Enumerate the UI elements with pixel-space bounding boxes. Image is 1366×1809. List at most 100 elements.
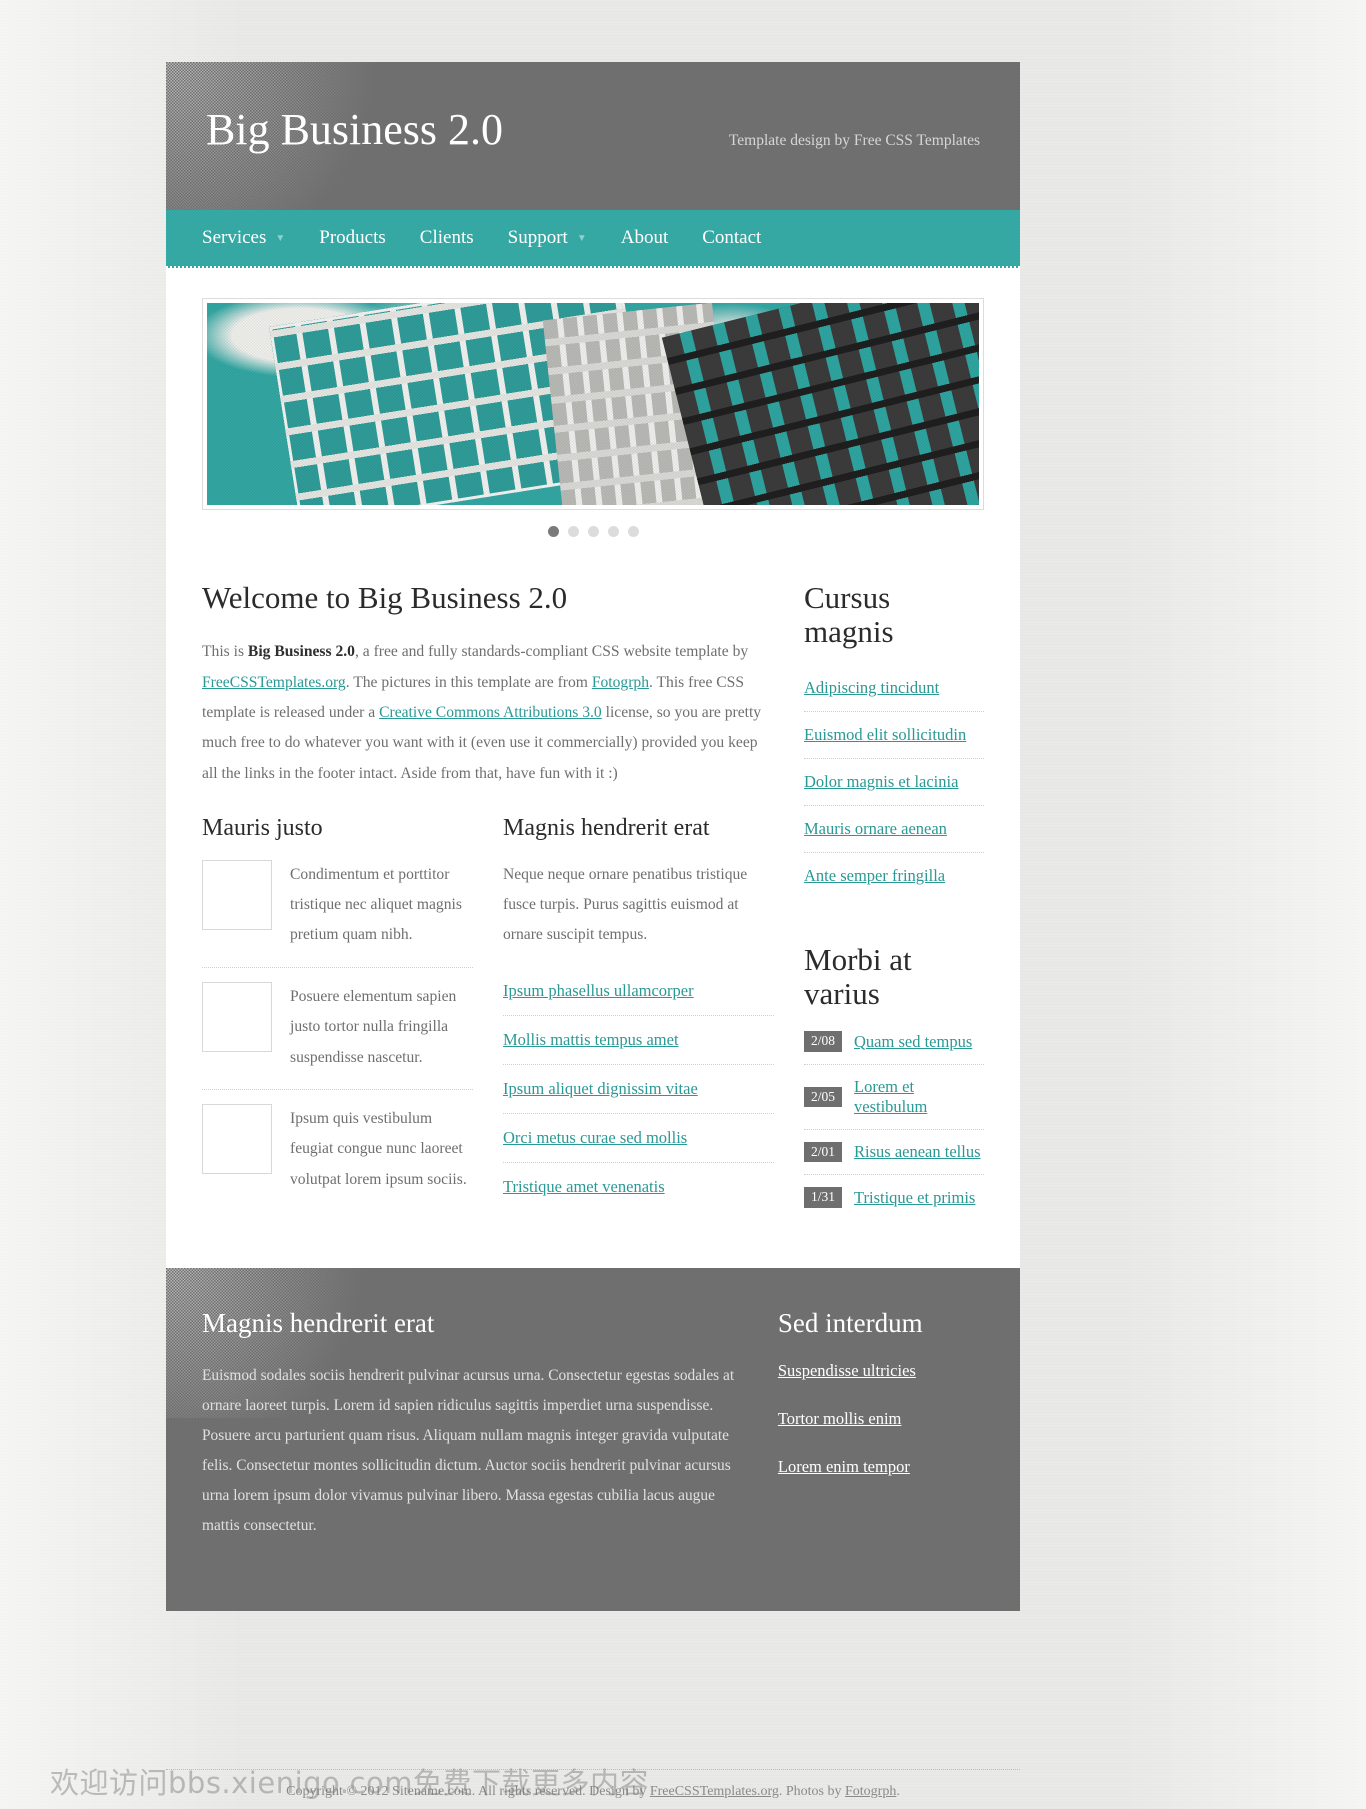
nav-label-clients: Clients bbox=[419, 227, 474, 248]
link-fotogrph[interactable]: Fotogrph bbox=[592, 674, 649, 691]
intro-strong: Big Business 2.0 bbox=[247, 643, 355, 661]
footer-title-left: Magnis hendrerit erat bbox=[202, 1307, 435, 1338]
page-body: Welcome to Big Business 2.0 This is Big … bbox=[166, 537, 1020, 1268]
footer-link-1[interactable]: Suspendisse ultricies bbox=[778, 1361, 916, 1380]
thumb-text-3: Ipsum quis vestibulum feugiat congue nun… bbox=[290, 1109, 467, 1188]
list-item[interactable]: Mollis mattis tempus amet bbox=[503, 1014, 774, 1064]
slider-dot-2[interactable] bbox=[567, 526, 579, 537]
cursus-link-2[interactable]: Euismod elit sollicitudin bbox=[804, 725, 966, 744]
list-item[interactable]: Lorem enim tempor bbox=[778, 1443, 984, 1491]
banner-frame bbox=[202, 298, 984, 510]
chevron-down-icon: ▼ bbox=[275, 233, 286, 244]
building-thumbnail-3-image[interactable] bbox=[202, 1103, 272, 1174]
main-navigation[interactable]: Services ▼ Products Clients Support ▼ Ab… bbox=[166, 210, 1020, 268]
list-item[interactable]: Ipsum phasellus ullamcorper bbox=[503, 977, 774, 1015]
list-item[interactable]: Ante semper fringilla bbox=[804, 852, 984, 899]
list-item[interactable]: Posuere elementum sapien justo tortor nu… bbox=[202, 966, 473, 1089]
nav-label-about: About bbox=[620, 227, 669, 248]
copyright-text-2: . Photos by bbox=[778, 1784, 845, 1799]
slider-dot-4[interactable] bbox=[607, 526, 619, 537]
thumb-text-1: Condimentum et porttitor tristique nec a… bbox=[290, 865, 462, 944]
footer-text-left: Euismod sodales sociis hendrerit pulvina… bbox=[202, 1366, 735, 1535]
banner-halftone-grain bbox=[207, 303, 979, 505]
copyright-link-freecsstemplates[interactable]: FreeCSSTemplates.org bbox=[650, 1784, 779, 1799]
morbi-link-4[interactable]: Tristique et primis bbox=[854, 1188, 975, 1208]
copyright-link-fotogrph[interactable]: Fotogrph bbox=[845, 1784, 896, 1799]
cursus-link-5[interactable]: Ante semper fringilla bbox=[804, 866, 945, 885]
slider-pagination[interactable] bbox=[202, 510, 984, 537]
sidebar-title-cursus: Cursus magnis bbox=[804, 580, 894, 650]
sidebar-title-morbi: Morbi at varius bbox=[804, 942, 912, 1012]
magnis-link-4[interactable]: Orci metus curae sed mollis bbox=[503, 1128, 687, 1147]
magnis-intro: Neque neque ornare penatibus tristique f… bbox=[503, 865, 748, 944]
morbi-link-3[interactable]: Risus aenean tellus bbox=[854, 1142, 980, 1162]
magnis-link-2[interactable]: Mollis mattis tempus amet bbox=[503, 1030, 679, 1049]
footer-link-2[interactable]: Tortor mollis enim bbox=[778, 1409, 902, 1428]
nav-item-services[interactable]: Services ▼ bbox=[202, 227, 285, 249]
list-item[interactable]: Mauris ornare aenean bbox=[804, 805, 984, 852]
site-footer: Magnis hendrerit erat Euismod sodales so… bbox=[166, 1267, 1020, 1612]
nav-item-contact[interactable]: Contact bbox=[702, 227, 761, 249]
site-logo[interactable]: Big Business 2.0 bbox=[206, 108, 503, 152]
cursus-link-1[interactable]: Adipiscing tincidunt bbox=[804, 678, 939, 697]
link-freecsstemplates[interactable]: FreeCSSTemplates.org bbox=[202, 674, 346, 691]
thumbnail-list: Condimentum et porttitor tristique nec a… bbox=[202, 859, 473, 1212]
nav-item-products[interactable]: Products bbox=[319, 227, 386, 249]
header-credit: Template design by Free CSS Templates bbox=[728, 132, 980, 149]
building-thumbnail-2-image[interactable] bbox=[202, 981, 272, 1052]
column-magnis-hendrerit: Magnis hendrerit erat Neque neque ornare… bbox=[503, 815, 774, 1211]
nav-item-support[interactable]: Support ▼ bbox=[508, 227, 587, 249]
link-creative-commons[interactable]: Creative Commons Attributions 3.0 bbox=[379, 704, 602, 721]
magnis-link-list: Ipsum phasellus ullamcorper Mollis matti… bbox=[503, 977, 774, 1211]
copyright-text-1: Copyright © 2012 Sitename.com. All right… bbox=[286, 1784, 650, 1799]
footer-column-left: Magnis hendrerit erat Euismod sodales so… bbox=[202, 1308, 748, 1541]
nav-item-about[interactable]: About bbox=[621, 227, 669, 249]
list-item[interactable]: Tristique amet venenatis bbox=[503, 1161, 774, 1211]
list-item[interactable]: 2/05 Lorem et vestibulum bbox=[804, 1063, 984, 1129]
copyright-text-3: . bbox=[896, 1784, 900, 1799]
list-item[interactable]: Orci metus curae sed mollis bbox=[503, 1112, 774, 1162]
slider-dot-3[interactable] bbox=[587, 526, 599, 537]
magnis-link-1[interactable]: Ipsum phasellus ullamcorper bbox=[503, 981, 694, 1000]
morbi-link-1[interactable]: Quam sed tempus bbox=[854, 1032, 972, 1052]
page-title: Welcome to Big Business 2.0 bbox=[202, 580, 568, 615]
right-sidebar: Cursus magnis Adipiscing tincidunt Euism… bbox=[774, 580, 984, 1220]
copyright-bar: Copyright © 2012 Sitename.com. All right… bbox=[166, 1769, 1020, 1800]
banner-image[interactable] bbox=[207, 303, 979, 505]
magnis-link-5[interactable]: Tristique amet venenatis bbox=[503, 1177, 665, 1196]
list-item[interactable]: Ipsum aliquet dignissim vitae bbox=[503, 1063, 774, 1113]
list-item[interactable]: 1/31 Tristique et primis bbox=[804, 1174, 984, 1220]
nav-label-services: Services bbox=[202, 227, 267, 248]
list-item[interactable]: Tortor mollis enim bbox=[778, 1395, 984, 1443]
column-mauris-justo: Mauris justo Condimentum et porttitor tr… bbox=[202, 815, 473, 1211]
list-item[interactable]: 2/01 Risus aenean tellus bbox=[804, 1128, 984, 1175]
intro-text-3: . The pictures in this template are from bbox=[345, 673, 592, 691]
date-badge: 2/05 bbox=[804, 1086, 843, 1108]
date-badge: 1/31 bbox=[804, 1187, 843, 1208]
list-item[interactable]: Suspendisse ultricies bbox=[778, 1361, 984, 1395]
nav-item-clients[interactable]: Clients bbox=[420, 227, 474, 249]
footer-link-3[interactable]: Lorem enim tempor bbox=[778, 1457, 910, 1476]
list-item[interactable]: Condimentum et porttitor tristique nec a… bbox=[202, 859, 473, 967]
cursus-link-4[interactable]: Mauris ornare aenean bbox=[804, 819, 947, 838]
list-item[interactable]: Euismod elit sollicitudin bbox=[804, 711, 984, 758]
list-item[interactable]: 2/08 Quam sed tempus bbox=[804, 1027, 984, 1064]
morbi-link-2[interactable]: Lorem et vestibulum bbox=[854, 1077, 984, 1117]
section-title-mauris: Mauris justo bbox=[202, 815, 323, 842]
list-item[interactable]: Ipsum quis vestibulum feugiat congue nun… bbox=[202, 1088, 473, 1211]
footer-link-list: Suspendisse ultricies Tortor mollis enim… bbox=[778, 1361, 984, 1491]
cursus-link-3[interactable]: Dolor magnis et lacinia bbox=[804, 772, 958, 791]
thumb-text-2: Posuere elementum sapien justo tortor nu… bbox=[290, 987, 457, 1066]
magnis-link-3[interactable]: Ipsum aliquet dignissim vitae bbox=[503, 1079, 698, 1098]
intro-text-2: , a free and fully standards-compliant C… bbox=[354, 643, 749, 661]
date-badge: 2/08 bbox=[804, 1031, 843, 1052]
building-thumbnail-1-image[interactable] bbox=[202, 859, 272, 930]
chevron-down-icon: ▼ bbox=[576, 233, 587, 244]
slider-dot-5[interactable] bbox=[627, 526, 639, 537]
slider-dot-1[interactable] bbox=[547, 526, 559, 537]
content-columns: Mauris justo Condimentum et porttitor tr… bbox=[202, 815, 774, 1211]
morbi-date-list: 2/08 Quam sed tempus 2/05 Lorem et vesti… bbox=[804, 1027, 984, 1220]
list-item[interactable]: Dolor magnis et lacinia bbox=[804, 758, 984, 805]
list-item[interactable]: Adipiscing tincidunt bbox=[804, 665, 984, 711]
logo-title: Big Business 2.0 bbox=[206, 105, 504, 154]
